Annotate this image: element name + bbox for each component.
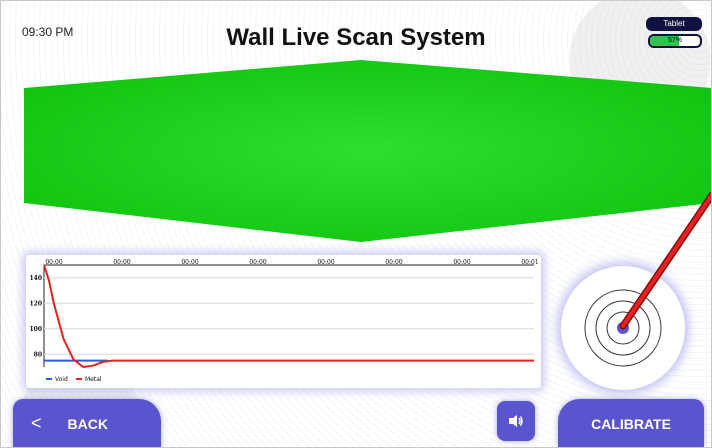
legend-label-metal: Metal <box>85 376 102 383</box>
chart-y-tick-label: 120 <box>29 300 42 307</box>
device-badge: Tablet <box>646 17 702 31</box>
back-button[interactable]: < BACK <box>13 399 161 448</box>
speaker-icon <box>509 415 523 427</box>
radar-display <box>561 266 685 390</box>
chart-x-tick-label: 00:01 <box>521 259 538 266</box>
chevron-left-icon: < <box>31 413 42 433</box>
signal-chart: 00:00 00:00 00:00 00:00 00:00 00:00 00:00 00:01… <box>26 255 541 388</box>
battery-text: 57% <box>667 37 682 44</box>
radar-svg <box>584 289 662 367</box>
chart-x-tick-label: 00:00 <box>181 259 198 266</box>
calibrate-button[interactable]: CALIBRATE <box>558 399 704 448</box>
battery-indicator: 57% <box>648 34 702 48</box>
radar-center-dot <box>617 322 629 334</box>
chart-x-tick-label: 00:00 <box>317 259 334 266</box>
page-title: Wall Live Scan System <box>226 24 486 51</box>
chart-svg: 00:00 00:00 00:00 00:00 00:00 00:00 00:00 00:01… <box>29 259 538 383</box>
legend-label-void: Void <box>55 376 68 383</box>
chart-x-tick-label: 00:00 <box>249 259 266 266</box>
chart-x-tick-label: 00:00 <box>453 259 470 266</box>
sound-button[interactable] <box>497 401 535 441</box>
scan-shape <box>24 60 712 242</box>
chart-x-tick-label: 00:00 <box>385 259 402 266</box>
chart-series-metal <box>43 264 534 369</box>
chart-x-tick-label: 00:00 <box>45 259 62 266</box>
back-label: BACK <box>67 415 108 432</box>
chart-x-tick-label: 00:00 <box>113 259 130 266</box>
chart-y-tick-label: 80 <box>34 351 42 358</box>
chart-y-tick-label: 100 <box>29 326 42 333</box>
scan-visualization <box>24 60 712 242</box>
chart-y-tick-label: 140 <box>29 275 42 282</box>
